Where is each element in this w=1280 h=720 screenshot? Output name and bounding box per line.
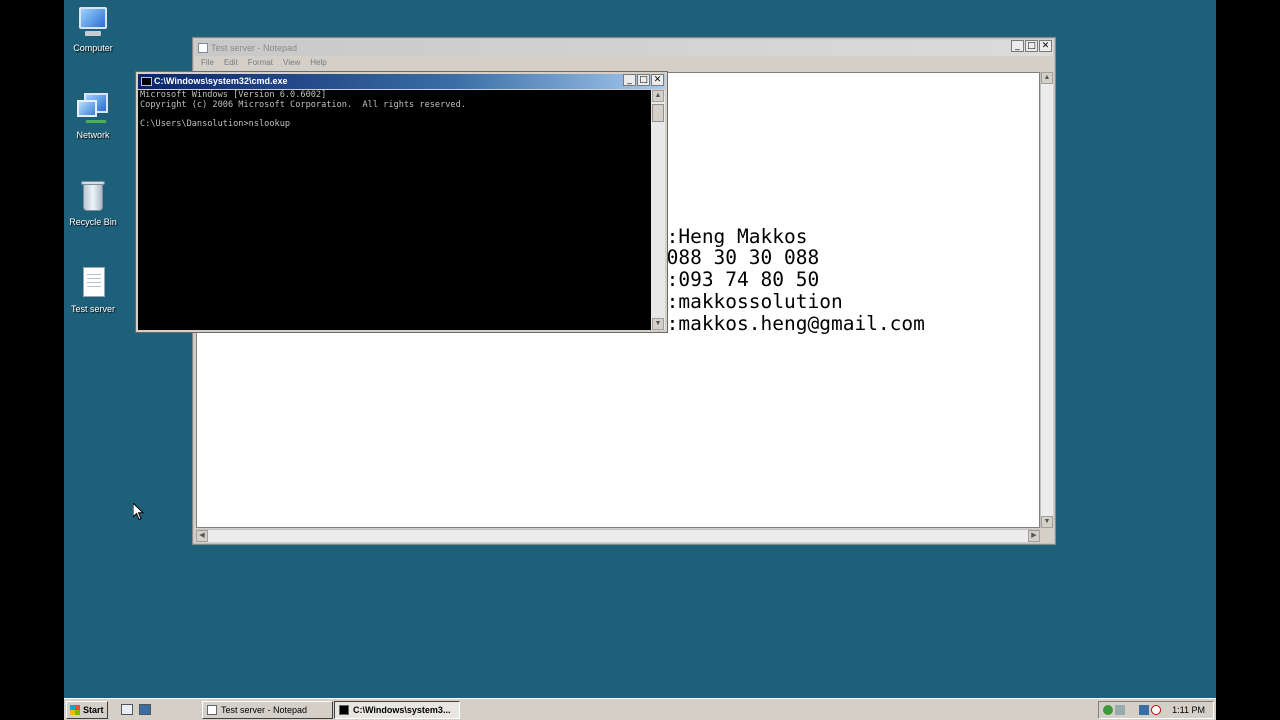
desktop-icon-label: Test server [70,304,115,314]
notepad-app-icon [198,43,208,53]
cmd-title: C:\Windows\system32\cmd.exe [154,76,288,86]
right-letterbox [1216,0,1280,720]
cmd-window-controls: _ □ ✕ [623,74,664,87]
scroll-up-arrow-icon[interactable]: ▲ [1041,72,1053,84]
menu-view[interactable]: View [283,58,300,67]
system-tray: 1:11 PM [1098,701,1214,719]
menu-file[interactable]: File [201,58,214,67]
scroll-down-arrow-icon[interactable]: ▼ [652,318,664,330]
scroll-down-arrow-icon[interactable]: ▼ [1041,516,1053,528]
notepad-window-controls: _ □ ✕ [1011,40,1052,53]
desktop-icon-network[interactable]: Network [64,92,128,140]
scroll-thumb[interactable] [652,104,664,122]
desktop-icon-label: Recycle Bin [69,217,117,227]
network-status-icon[interactable] [1139,705,1149,715]
scroll-up-arrow-icon[interactable]: ▲ [652,90,664,102]
minimize-button[interactable]: _ [1011,40,1024,52]
taskbar-item-label: C:\Windows\system3... [353,705,451,715]
notepad-horizontal-scrollbar[interactable]: ◀ ▶ [196,529,1040,542]
maximize-button[interactable]: □ [637,74,650,86]
taskbar-item-cmd[interactable]: C:\Windows\system3... [334,701,460,719]
start-button[interactable]: Start [66,701,108,719]
start-label: Start [83,705,104,715]
text-file-icon [76,266,110,300]
notepad-menu-bar: File Edit Format View Help [195,56,1053,70]
quicklaunch-show-desktop-icon[interactable] [139,704,151,715]
cmd-output: Microsoft Windows [Version 6.0.6002] Cop… [140,90,466,129]
desktop-icon-test-server[interactable]: Test server [64,266,128,314]
menu-edit[interactable]: Edit [224,58,238,67]
close-button[interactable]: ✕ [651,74,664,86]
cmd-vertical-scrollbar[interactable]: ▲ ▼ [651,90,665,330]
desktop-icon-computer[interactable]: Computer [64,5,128,53]
taskbar-item-label: Test server - Notepad [221,705,308,715]
taskbar-clock[interactable]: 1:11 PM [1172,702,1205,718]
minimize-button[interactable]: _ [623,74,636,86]
security-shield-icon[interactable] [1103,705,1113,715]
menu-format[interactable]: Format [248,58,273,67]
scroll-left-arrow-icon[interactable]: ◀ [196,530,208,542]
taskbar-item-notepad[interactable]: Test server - Notepad [202,701,333,719]
notepad-title: Test server - Notepad [211,43,298,53]
left-letterbox [0,0,64,720]
maximize-button[interactable]: □ [1025,40,1038,52]
taskbar: Start Test server - Notepad C:\Windows\s… [64,698,1216,720]
notepad-app-icon [207,705,217,715]
desktop-icon-recycle-bin[interactable]: Recycle Bin [64,179,128,227]
cmd-app-icon [339,705,349,715]
cmd-app-icon [141,77,152,86]
cmd-console[interactable]: Microsoft Windows [Version 6.0.6002] Cop… [138,90,652,330]
scroll-right-arrow-icon[interactable]: ▶ [1028,530,1040,542]
cmd-title-bar[interactable]: C:\Windows\system32\cmd.exe [138,74,665,89]
close-button[interactable]: ✕ [1039,40,1052,52]
recycle-bin-icon [76,179,110,213]
notepad-vertical-scrollbar[interactable]: ▲ ▼ [1040,72,1053,528]
desktop-icon-label: Network [76,130,110,140]
action-center-alert-icon[interactable] [1151,705,1161,715]
network-icon [76,92,110,126]
computer-icon [76,5,110,39]
windows-logo-icon [70,705,80,715]
cmd-window[interactable]: C:\Windows\system32\cmd.exe _ □ ✕ Micros… [135,71,668,333]
menu-help[interactable]: Help [310,58,326,67]
notepad-title-bar[interactable]: Test server - Notepad [195,40,1053,56]
quicklaunch-server-manager-icon[interactable] [121,704,133,715]
desktop-icon-label: Computer [73,43,113,53]
tray-app-icon[interactable] [1115,705,1125,715]
desktop: Computer Network Recycle Bin Test server… [64,0,1216,720]
